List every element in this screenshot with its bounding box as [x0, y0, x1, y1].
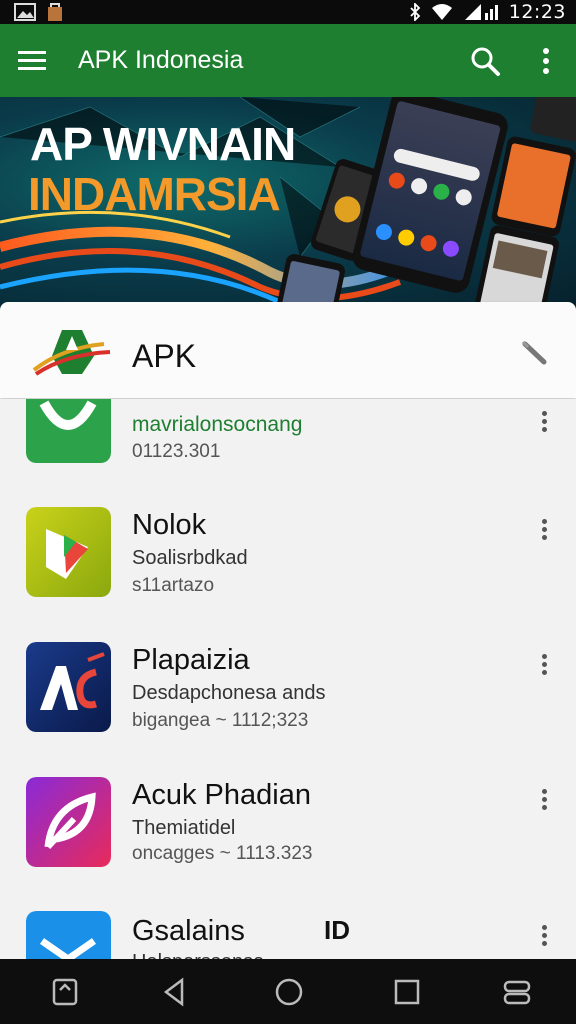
- menu-icon[interactable]: [16, 45, 50, 77]
- back-icon[interactable]: [158, 976, 192, 1008]
- more-vert-icon[interactable]: [534, 44, 558, 78]
- app-meta: bigangea ~ 1112;323: [132, 710, 309, 731]
- ac-logo-icon: [26, 642, 111, 732]
- section-header: APK: [0, 302, 576, 398]
- app-name: Acuk Phadian: [132, 779, 311, 811]
- app-name: Plapaizia: [132, 644, 250, 676]
- home-icon[interactable]: [272, 976, 306, 1008]
- clock: 12:23: [508, 1, 566, 23]
- bluetooth-icon: [409, 3, 421, 21]
- play-shield-icon: [26, 507, 111, 597]
- more-options-icon[interactable]: [534, 787, 554, 815]
- app-desc: Desdapchonesa ands: [132, 682, 326, 704]
- more-options-icon[interactable]: [534, 923, 554, 951]
- app-name: Nolok: [132, 509, 207, 541]
- green-check-icon: [26, 399, 111, 463]
- bag-icon: [46, 2, 64, 22]
- list-item[interactable]: mavrialonsocnang 01123.301: [0, 399, 576, 499]
- more-options-icon[interactable]: [534, 652, 554, 680]
- app-title: APK Indonesia: [78, 46, 244, 74]
- blue-diamond-icon: [26, 911, 111, 959]
- app-name: mavrialonsocnang: [132, 413, 303, 436]
- app-meta: oncagges ~ 1113.323: [132, 843, 313, 864]
- section-label: APK: [132, 338, 197, 374]
- switch-icon[interactable]: [500, 976, 534, 1008]
- list-item[interactable]: Gsalains ID Halsparssonsa: [0, 911, 576, 959]
- image-icon: [14, 3, 36, 21]
- screenshot-icon[interactable]: [48, 976, 82, 1008]
- search-icon[interactable]: [468, 44, 502, 78]
- wifi-icon: [431, 3, 453, 21]
- status-left: [14, 2, 64, 22]
- apk-logo-icon: [32, 326, 114, 378]
- app-meta: s11artazo: [132, 575, 215, 596]
- status-bar: 12:23: [0, 0, 576, 24]
- status-right: 12:23: [409, 1, 566, 23]
- list-item[interactable]: Nolok Soalisrbdkad s11artazo: [0, 507, 576, 637]
- list-item[interactable]: Plapaizia Desdapchonesa ands bigangea ~ …: [0, 642, 576, 772]
- app-desc: Themiatidel: [132, 817, 236, 839]
- app-meta: 01123.301: [132, 441, 221, 462]
- list-item[interactable]: Acuk Phadian Themiatidel oncagges ~ 1113…: [0, 777, 576, 907]
- app-badge: ID: [324, 915, 350, 945]
- more-options-icon[interactable]: [534, 409, 554, 437]
- edit-icon[interactable]: [520, 338, 550, 368]
- navigation-bar: [0, 959, 576, 1024]
- app-desc: Soalisrbdkad: [132, 547, 248, 569]
- more-options-icon[interactable]: [534, 517, 554, 545]
- signal-icon: [463, 3, 499, 21]
- app-name: Gsalains: [132, 915, 245, 947]
- recents-icon[interactable]: [390, 976, 424, 1008]
- banner-title-line2: INDAMRSIA: [28, 168, 281, 220]
- promo-banner[interactable]: AP WIVNAIN INDAMRSIA: [0, 97, 576, 312]
- leaf-icon: [26, 777, 111, 867]
- app-desc: Halsparssonsa: [132, 951, 264, 959]
- app-list: mavrialonsocnang 01123.301 Nolok Soalisr…: [0, 399, 576, 959]
- banner-title-line1: AP WIVNAIN: [30, 118, 296, 170]
- app-bar: APK Indonesia: [0, 24, 576, 97]
